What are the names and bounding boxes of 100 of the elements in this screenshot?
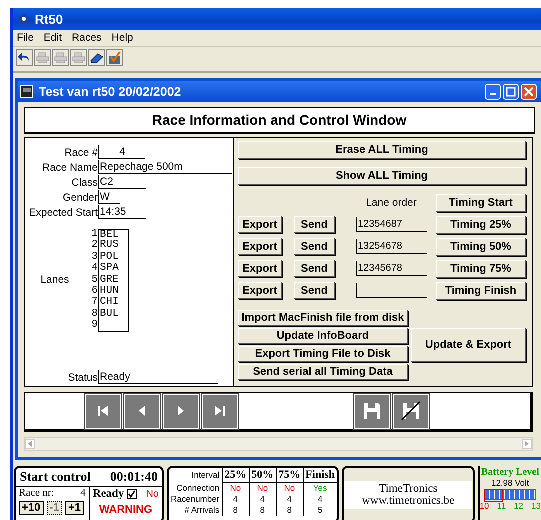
checklist-button[interactable] bbox=[106, 49, 123, 66]
start-time: 00:01:40 bbox=[110, 469, 158, 485]
discard-button[interactable] bbox=[393, 394, 429, 428]
lane-number: 8 bbox=[90, 308, 98, 320]
race-step-button[interactable]: +10 bbox=[19, 501, 44, 515]
scale-label: 13 bbox=[532, 501, 541, 511]
field-label: Class bbox=[70, 177, 98, 189]
menu-item[interactable]: File bbox=[17, 32, 34, 44]
column-header: 50% bbox=[249, 468, 276, 482]
input-field[interactable]: C2 bbox=[98, 175, 146, 189]
skip-forward-icon bbox=[212, 403, 228, 419]
table-cell: No bbox=[276, 482, 304, 494]
timing-button[interactable]: Timing 50% bbox=[436, 238, 526, 256]
export-button[interactable]: Export bbox=[238, 282, 282, 299]
lane-entry[interactable]: POL bbox=[98, 252, 129, 264]
first-record-button[interactable] bbox=[85, 394, 121, 428]
export-button[interactable]: Export bbox=[238, 238, 282, 255]
update-export-button[interactable]: Update & Export bbox=[411, 328, 526, 362]
ready-label: Ready bbox=[92, 488, 124, 500]
action-button[interactable]: Send serial all Timing Data bbox=[238, 364, 408, 380]
window-heading: Race Information and Control Window bbox=[24, 107, 535, 134]
input-field[interactable]: Repechage 500m bbox=[98, 160, 232, 174]
lane-entry[interactable] bbox=[98, 320, 129, 332]
previous-record-button[interactable] bbox=[124, 394, 160, 428]
export-button[interactable]: Export bbox=[238, 216, 282, 233]
window-title: Test van rt50 20/02/2002 bbox=[39, 84, 182, 98]
lane-entry[interactable]: BUL bbox=[98, 308, 129, 320]
last-record-button[interactable] bbox=[202, 394, 238, 428]
timing-button[interactable]: Timing Finish bbox=[436, 282, 526, 300]
lane-entry[interactable]: RUS bbox=[98, 240, 129, 252]
action-button[interactable]: Update InfoBoard bbox=[238, 328, 408, 344]
input-field[interactable]: 14:35 bbox=[98, 205, 146, 219]
menu-item[interactable]: Races bbox=[72, 32, 102, 44]
close-icon bbox=[524, 86, 534, 96]
lane-order-field[interactable] bbox=[356, 283, 427, 298]
close-button[interactable] bbox=[521, 84, 537, 100]
app-icon bbox=[17, 12, 31, 26]
lane-number: 1 bbox=[90, 229, 98, 240]
printer-button[interactable] bbox=[52, 49, 69, 66]
ready-state: No bbox=[146, 488, 159, 500]
column-header: Finish bbox=[303, 468, 338, 482]
table-cell: 8 bbox=[222, 505, 250, 516]
timing-button[interactable]: Timing 25% bbox=[436, 216, 526, 234]
show-timing-button[interactable]: Show ALL Timing bbox=[238, 167, 526, 185]
lane-number: 4 bbox=[90, 263, 98, 275]
export-button[interactable]: Export bbox=[238, 260, 282, 277]
maximize-icon bbox=[506, 86, 516, 96]
low-range-marker bbox=[484, 489, 504, 502]
save-button[interactable] bbox=[354, 394, 390, 428]
scroll-right-button[interactable] bbox=[522, 439, 532, 449]
field-label: Gender bbox=[62, 192, 98, 204]
table-cell: 4 bbox=[276, 494, 304, 505]
lane-number: 5 bbox=[90, 274, 98, 286]
ready-checkbox[interactable] bbox=[127, 489, 138, 499]
timing-button[interactable]: Timing Start bbox=[436, 194, 526, 212]
menu-item[interactable]: Help bbox=[112, 32, 134, 44]
maximize-button[interactable] bbox=[503, 84, 519, 100]
send-button[interactable]: Send bbox=[294, 282, 335, 299]
horizontal-scrollbar[interactable] bbox=[24, 437, 533, 451]
lane-number: 3 bbox=[90, 252, 98, 263]
action-button[interactable]: Export Timing File to Disk bbox=[238, 346, 408, 362]
table-cell: 4 bbox=[303, 494, 338, 505]
crossed-disk-icon bbox=[401, 401, 421, 421]
next-record-button[interactable] bbox=[163, 394, 199, 428]
scale-label: 12 bbox=[514, 501, 524, 511]
lane-entry[interactable]: SPA bbox=[98, 263, 129, 275]
printer-icon bbox=[36, 52, 50, 64]
field-label: Race Name bbox=[42, 162, 98, 174]
row-label: Racenumber bbox=[169, 494, 222, 505]
send-button[interactable]: Send bbox=[294, 260, 335, 277]
undo-button[interactable] bbox=[16, 49, 33, 66]
eraser-button[interactable] bbox=[88, 49, 105, 66]
lane-number: 2 bbox=[90, 240, 98, 252]
lane-order-field[interactable]: 13254678 bbox=[356, 239, 427, 254]
lane-entry[interactable]: CHI bbox=[98, 297, 129, 309]
scroll-left-button[interactable] bbox=[25, 439, 35, 449]
race-step-button[interactable]: +1 bbox=[65, 501, 84, 515]
field-label: Expected Start bbox=[28, 207, 98, 219]
lane-order-field[interactable]: 12345678 bbox=[356, 261, 427, 276]
input-field[interactable]: 4 bbox=[98, 145, 145, 159]
send-button[interactable]: Send bbox=[294, 216, 335, 233]
send-button[interactable]: Send bbox=[294, 238, 335, 255]
eraser-icon bbox=[90, 52, 104, 64]
brand-url: www.timetronics.be bbox=[361, 495, 456, 507]
timing-button[interactable]: Timing 75% bbox=[436, 260, 526, 278]
lane-entry[interactable]: HUN bbox=[98, 286, 129, 298]
lane-entry[interactable]: BEL bbox=[98, 229, 129, 240]
erase-timing-button[interactable]: Erase ALL Timing bbox=[238, 141, 526, 159]
action-button[interactable]: Import MacFinish file from disk bbox=[238, 310, 408, 326]
minimize-button[interactable] bbox=[485, 84, 501, 100]
lane-entry[interactable]: GRE bbox=[98, 274, 129, 286]
lane-number: 6 bbox=[90, 286, 98, 297]
field-label: Lanes bbox=[40, 274, 70, 286]
lane-number: 7 bbox=[90, 297, 98, 309]
input-field[interactable]: W bbox=[98, 190, 120, 204]
window-icon bbox=[20, 84, 34, 98]
lane-order-field[interactable]: 12354687 bbox=[356, 217, 427, 232]
lane-number: 9 bbox=[90, 320, 98, 332]
undo-icon bbox=[18, 52, 31, 63]
menu-item[interactable]: Edit bbox=[44, 32, 62, 44]
